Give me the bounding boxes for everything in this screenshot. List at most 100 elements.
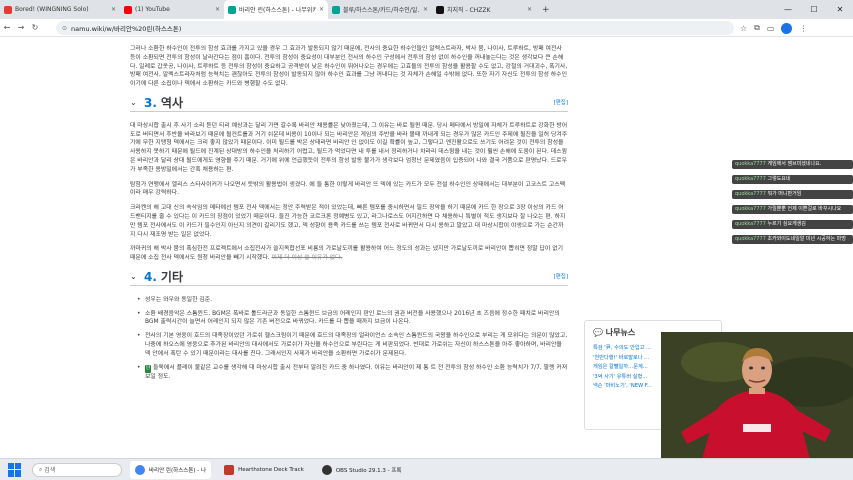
address-toolbar: ← → ↻ ⊙ namu.wiki/w/바리안%20린(하스스톤) ☆ ⧉ ▭ … bbox=[0, 19, 853, 37]
chat-username: quokka7777 bbox=[735, 236, 766, 242]
intro-paragraph: 그러나 소환한 하수인이 전투의 함성 효과를 가지고 있을 경우 그 효과가 … bbox=[130, 46, 568, 88]
history-paragraph-4: 까마귀의 해 박사 붐의 폭심한전 프로젝트에서 소집전사가 쓸지옥합선포 비룡… bbox=[130, 245, 568, 263]
section-number[interactable]: 4. bbox=[144, 271, 157, 283]
minimize-button[interactable]: — bbox=[775, 5, 801, 14]
namuwiki-icon bbox=[228, 5, 236, 14]
profile-avatar[interactable] bbox=[781, 22, 793, 34]
extensions-icon[interactable]: ⧉ bbox=[754, 23, 760, 33]
chevron-down-icon[interactable]: ⌄ bbox=[130, 98, 137, 108]
close-icon[interactable]: ✕ bbox=[423, 6, 428, 13]
misc-list: 성우는 와우와 동일한 김준. 소환 배경음악은 스톰윈드. BGM은 폭바로 … bbox=[137, 296, 568, 383]
tab-4[interactable]: 블루/하스스톤/카드/하수인/일... ✕ bbox=[328, 0, 432, 19]
url-input[interactable]: ⊙ namu.wiki/w/바리안%20린(하스스톤) bbox=[56, 21, 734, 35]
tab-label: 바리안 린(하스스톤) - 나무위키 bbox=[239, 7, 316, 14]
search-placeholder: 검색 bbox=[44, 467, 56, 474]
site-info-icon[interactable]: ⊙ bbox=[62, 25, 67, 32]
reload-icon[interactable]: ↻ bbox=[28, 23, 42, 32]
taskbar-app-label: 바리안 린(하스스톤) - 나 bbox=[149, 467, 207, 474]
edit-link[interactable]: [편집] bbox=[554, 273, 568, 282]
taskbar-app-chrome[interactable]: 바리안 린(하스스톤) - 나 bbox=[130, 460, 212, 479]
history-paragraph-3: 크라켄의 해 고대 신의 속삭임의 메타에선 템포 전사 덱에서는 정안 주력받… bbox=[130, 205, 566, 238]
menu-dots-icon[interactable]: ⋮ bbox=[799, 24, 807, 33]
taskbar-app-label: OBS Studio 29.1.3 - 프록 bbox=[335, 467, 402, 474]
tab-2[interactable]: (1) YouTube ✕ bbox=[120, 0, 224, 19]
start-menu-windows-icon[interactable] bbox=[8, 462, 22, 477]
chat-text: 누르기 심요게생김 bbox=[767, 221, 806, 227]
chat-username: quokka7777 bbox=[735, 221, 766, 227]
chat-text: 그렇도요네 bbox=[767, 176, 791, 182]
list-item: 전사의 기본 영웅이 호드의 대족장이었던 가로쉬 헬스크림이기 때문에 호드의… bbox=[137, 332, 568, 358]
chat-message: quokka7777 그렇도요네 bbox=[732, 175, 853, 184]
tab-label: Bored! (WINGNING Solo) bbox=[15, 6, 89, 13]
close-window-button[interactable]: ✕ bbox=[827, 5, 853, 14]
window-controls: — ☐ ✕ bbox=[775, 0, 853, 19]
taskbar-app-hdt[interactable]: Hearthstone Deck Track bbox=[219, 461, 309, 479]
history-paragraph-2: 탐험가 연맹에서 엘리스 스타사이커가 나오면서 뜻밖의 활용법이 생겼다. 에… bbox=[130, 181, 566, 197]
windows-taskbar: ⌕ 검색 바리안 린(하스스톤) - 나 Hearthstone Deck Tr… bbox=[0, 458, 853, 480]
list-item: 성우는 와우와 동일한 김준. bbox=[137, 296, 568, 305]
tab-label: (1) YouTube bbox=[135, 6, 170, 13]
tag-badge: 만 bbox=[145, 364, 152, 374]
chat-username: quokka7777 bbox=[735, 191, 766, 197]
hearthstone-deck-tracker-icon bbox=[224, 464, 235, 475]
bookmark-star-icon[interactable]: ☆ bbox=[740, 24, 747, 33]
search-icon: ⌕ bbox=[39, 465, 43, 473]
close-icon[interactable]: ✕ bbox=[527, 6, 532, 13]
section-title: 역사 bbox=[160, 95, 184, 110]
chat-text: 가릴뿐뿐 언제 이쁜걸로 바꾸시나요 bbox=[767, 206, 842, 212]
stream-chat-overlay: quokka7777 게임에서 잼브미셨네나요. quokka7777 그렇도요… bbox=[732, 160, 853, 250]
back-arrow-icon[interactable]: ← bbox=[0, 23, 14, 32]
chat-message: quokka7777 게임에서 잼브미셨네나요. bbox=[732, 160, 853, 169]
chat-message: quokka7777 누르기 심요게생김 bbox=[732, 220, 853, 229]
tab-label: 블루/하스스톤/카드/하수인/일... bbox=[343, 7, 420, 14]
chat-username: quokka7777 bbox=[735, 161, 766, 167]
browser-tools: ☆ ⧉ ▭ ⋮ bbox=[740, 19, 814, 37]
chat-text: 초카와이도네일알 미년 시공하는 마멍 bbox=[767, 236, 846, 242]
list-item: 만 들쭉에서 플레이 불같은 교수를 생각해 대 마상시합 출시 전부터 알려진… bbox=[137, 364, 568, 383]
webcam-overlay bbox=[661, 332, 853, 463]
chat-text: 게임에서 잼브미셨네나요. bbox=[767, 161, 822, 167]
forward-arrow-icon[interactable]: → bbox=[14, 23, 28, 32]
strikethrough-text: 이제 더 이상 쓸 이유가 없다. bbox=[271, 255, 343, 262]
namuwiki-icon bbox=[332, 5, 340, 14]
section-history-header: ⌄ 3. 역사 [편집] bbox=[130, 95, 568, 112]
tab-1[interactable]: Bored! (WINGNING Solo) ✕ bbox=[0, 0, 120, 19]
list-item-text: 들쭉에서 플레이 불같은 교수를 생각해 대 마상시합 출시 전부터 알려진 카… bbox=[145, 364, 568, 381]
taskbar-search-input[interactable]: ⌕ 검색 bbox=[32, 462, 122, 477]
tab-favicon-icon bbox=[4, 5, 12, 14]
chat-bubble-icon: 💬 bbox=[593, 328, 603, 337]
chat-message: quokka7777 초카와이도네일알 미년 시공하는 마멍 bbox=[732, 235, 853, 244]
tab-label: 치지직 - CHZZK bbox=[447, 7, 491, 14]
youtube-icon bbox=[124, 5, 132, 14]
paragraph-text: 까마귀의 해 박사 붐의 폭심한전 프로젝트에서 소집전사가 쓸지옥합선포 비룡… bbox=[130, 246, 564, 262]
section-title: 기타 bbox=[160, 269, 184, 284]
article-content: 그러나 소환한 하수인이 전투의 함성 효과를 가지고 있을 경우 그 효과가 … bbox=[130, 45, 568, 387]
chat-username: quokka7777 bbox=[735, 206, 766, 212]
webcam-person-image bbox=[661, 332, 853, 463]
maximize-button[interactable]: ☐ bbox=[801, 5, 827, 14]
taskbar-app-obs[interactable]: OBS Studio 29.1.3 - 프록 bbox=[317, 461, 407, 479]
close-icon[interactable]: ✕ bbox=[215, 6, 220, 13]
new-tab-button[interactable]: + bbox=[542, 5, 550, 15]
section-number[interactable]: 3. bbox=[144, 97, 157, 109]
tab-3[interactable]: 바리안 린(하스스톤) - 나무위키 ✕ bbox=[224, 0, 328, 19]
sidebar-icon[interactable]: ▭ bbox=[767, 24, 775, 33]
chzzk-icon bbox=[436, 5, 444, 14]
chrome-icon bbox=[135, 464, 145, 475]
list-item: 소환 배경음악은 스톰윈드. BGM은 폭바로 톨드라군과 동일한 스톰윈드 브… bbox=[137, 310, 568, 328]
url-text: namu.wiki/w/바리안%20린(하스스톤) bbox=[71, 25, 182, 33]
close-icon[interactable]: ✕ bbox=[111, 6, 116, 13]
chat-message: quokka7777 가릴뿐뿐 언제 이쁜걸로 바꾸시나요 bbox=[732, 205, 853, 214]
tab-5[interactable]: 치지직 - CHZZK ✕ bbox=[432, 0, 536, 19]
chevron-down-icon[interactable]: ⌄ bbox=[130, 272, 137, 282]
browser-tab-bar: Bored! (WINGNING Solo) ✕ (1) YouTube ✕ 바… bbox=[0, 0, 853, 19]
chat-text: 뭐가 머니판거임 bbox=[767, 191, 802, 197]
news-title-text: 나무뉴스 bbox=[605, 328, 636, 337]
obs-icon bbox=[321, 464, 332, 475]
chat-username: quokka7777 bbox=[735, 176, 766, 182]
section-misc-header: ⌄ 4. 기타 [편집] bbox=[130, 269, 568, 286]
close-icon[interactable]: ✕ bbox=[319, 6, 324, 13]
chat-message: quokka7777 뭐가 머니판거임 bbox=[732, 190, 853, 199]
taskbar-app-label: Hearthstone Deck Track bbox=[238, 466, 304, 473]
edit-link[interactable]: [편집] bbox=[554, 99, 568, 108]
